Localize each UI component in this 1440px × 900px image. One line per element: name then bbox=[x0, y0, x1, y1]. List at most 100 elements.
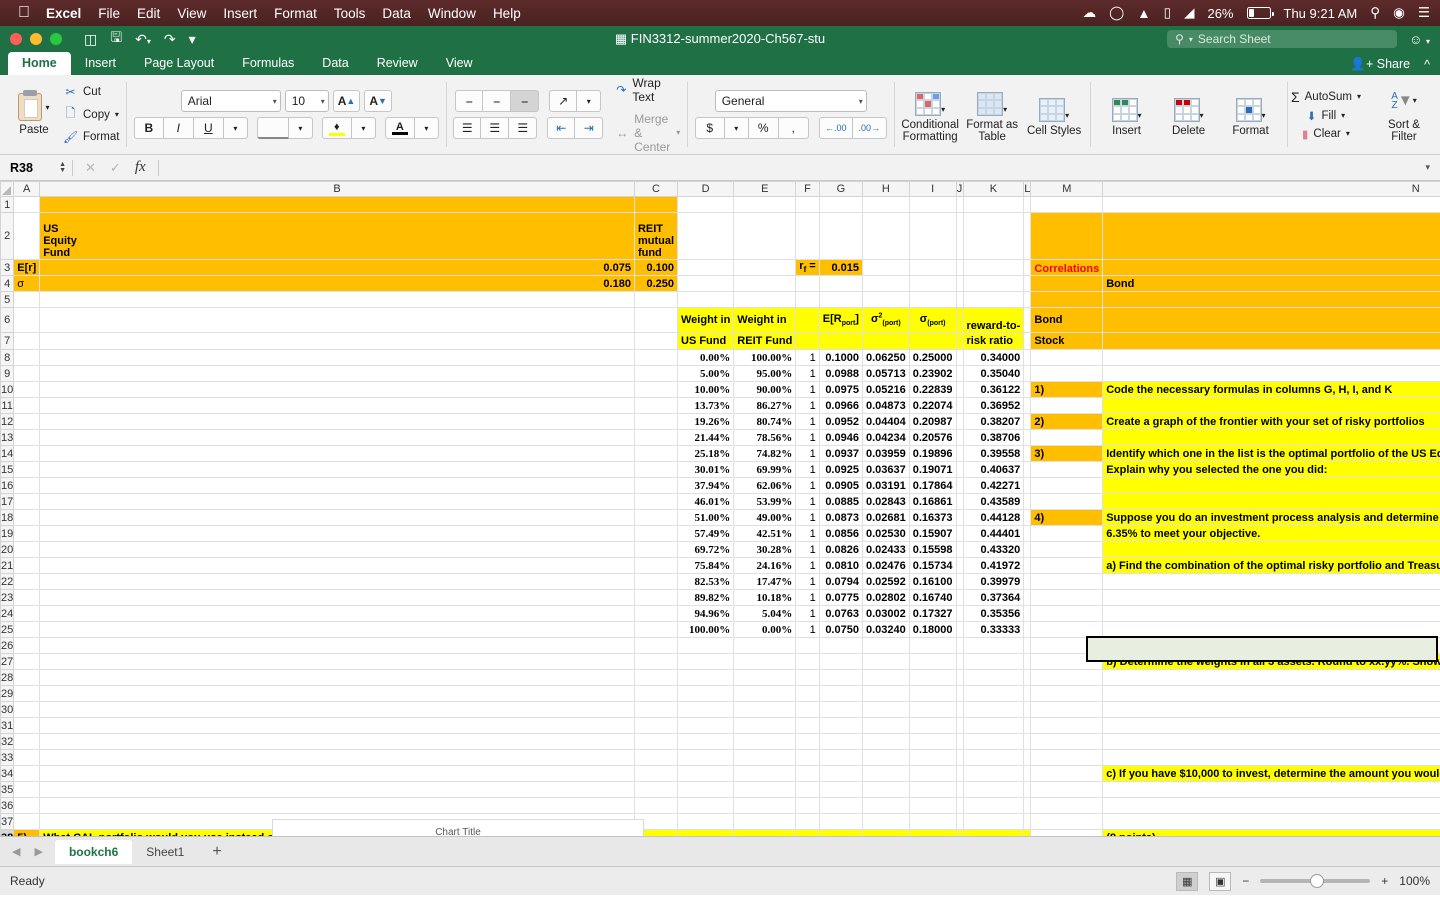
cell-E34[interactable] bbox=[733, 765, 797, 782]
cell-F18[interactable]: 1 bbox=[795, 509, 820, 526]
cell-L9[interactable] bbox=[1023, 365, 1032, 382]
cell-M18[interactable]: 4) bbox=[1030, 509, 1104, 526]
cell-M9[interactable] bbox=[1030, 365, 1104, 382]
cell-N13[interactable] bbox=[1102, 429, 1440, 446]
italic-button[interactable]: I bbox=[163, 117, 194, 139]
cell-C21[interactable] bbox=[633, 557, 679, 574]
cell-I29[interactable] bbox=[908, 685, 957, 702]
cell-G38[interactable] bbox=[818, 829, 863, 836]
cell-G13[interactable]: 0.0946 bbox=[818, 429, 863, 446]
cell-I17[interactable]: 0.16861 bbox=[908, 493, 957, 510]
cell-K21[interactable]: 0.41972 bbox=[962, 557, 1025, 574]
cell-H20[interactable]: 0.02433 bbox=[861, 541, 910, 558]
row-header-25[interactable]: 25 bbox=[0, 621, 15, 638]
cell-M13[interactable] bbox=[1030, 429, 1104, 446]
cell-H23[interactable]: 0.02802 bbox=[861, 589, 910, 606]
cell-C4[interactable]: 0.250 bbox=[633, 275, 679, 292]
cell-F20[interactable]: 1 bbox=[795, 541, 820, 558]
cell-L10[interactable] bbox=[1023, 381, 1032, 398]
cell-A22[interactable] bbox=[13, 573, 41, 590]
cell-H36[interactable] bbox=[861, 797, 910, 814]
cell-E16[interactable]: 62.06% bbox=[733, 477, 797, 494]
row-header-11[interactable]: 11 bbox=[0, 397, 15, 414]
name-box[interactable]: R38 ▲ ▼ bbox=[0, 155, 72, 180]
row-header-2[interactable]: 2 bbox=[0, 212, 15, 260]
cell-A26[interactable] bbox=[13, 637, 41, 654]
cell-N7[interactable]: 0.15 bbox=[1102, 332, 1440, 350]
cell-D24[interactable]: 94.96% bbox=[676, 605, 735, 622]
percent-format-button[interactable]: % bbox=[748, 117, 779, 139]
cell-L11[interactable] bbox=[1023, 397, 1032, 414]
cell-C16[interactable] bbox=[633, 477, 679, 494]
cell-H13[interactable]: 0.04234 bbox=[861, 429, 910, 446]
answer-textbox[interactable] bbox=[1086, 636, 1438, 662]
increase-indent-button[interactable]: ⇥ bbox=[575, 117, 604, 139]
row-header-38[interactable]: 38 bbox=[0, 829, 15, 836]
cell-I36[interactable] bbox=[908, 797, 957, 814]
row-header-10[interactable]: 10 bbox=[0, 381, 15, 398]
cell-G11[interactable]: 0.0966 bbox=[818, 397, 863, 414]
orientation-dropdown-icon[interactable]: ▾ bbox=[577, 90, 602, 112]
cell-K13[interactable]: 0.38706 bbox=[962, 429, 1025, 446]
font-color-button[interactable]: A bbox=[384, 117, 415, 139]
spotlight-search-icon[interactable]: ⚲ bbox=[1370, 5, 1380, 21]
cell-D10[interactable]: 10.00% bbox=[676, 381, 735, 398]
cell-M11[interactable] bbox=[1030, 397, 1104, 414]
zoom-in-button[interactable]: + bbox=[1381, 874, 1388, 888]
tab-review[interactable]: Review bbox=[363, 52, 432, 75]
share-button[interactable]: 👤+ Share bbox=[1350, 57, 1410, 72]
cell-J22[interactable] bbox=[955, 573, 964, 590]
bold-button[interactable]: B bbox=[133, 117, 164, 139]
row-header-17[interactable]: 17 bbox=[0, 493, 15, 510]
cell-E1[interactable] bbox=[733, 196, 797, 213]
cell-I34[interactable] bbox=[908, 765, 957, 782]
select-all-corner[interactable] bbox=[0, 181, 15, 197]
cell-G5[interactable] bbox=[818, 291, 863, 308]
cell-J14[interactable] bbox=[955, 445, 964, 462]
cell-K6[interactable]: reward-to- bbox=[962, 307, 1025, 333]
cell-G37[interactable] bbox=[818, 813, 863, 830]
row-header-14[interactable]: 14 bbox=[0, 445, 15, 462]
row-header-33[interactable]: 33 bbox=[0, 749, 15, 766]
cell-D4[interactable] bbox=[676, 275, 735, 292]
cell-D25[interactable]: 100.00% bbox=[676, 621, 735, 638]
cell-G4[interactable] bbox=[818, 275, 863, 292]
cell-M22[interactable] bbox=[1030, 573, 1104, 590]
cell-B28[interactable] bbox=[39, 669, 635, 686]
formula-input[interactable] bbox=[159, 155, 1426, 180]
borders-dropdown-icon[interactable]: ▾ bbox=[288, 117, 313, 139]
clear-dropdown-icon[interactable]: ▾ bbox=[1346, 129, 1350, 138]
cell-B18[interactable] bbox=[39, 509, 635, 526]
cell-N9[interactable] bbox=[1102, 365, 1440, 382]
cell-F19[interactable]: 1 bbox=[795, 525, 820, 542]
cell-F12[interactable]: 1 bbox=[795, 413, 820, 430]
cell-L25[interactable] bbox=[1023, 621, 1032, 638]
sheet-tab-sheet1[interactable]: Sheet1 bbox=[132, 840, 198, 864]
cell-L24[interactable] bbox=[1023, 605, 1032, 622]
cell-G29[interactable] bbox=[818, 685, 863, 702]
column-header-G[interactable]: G bbox=[818, 181, 863, 197]
row-header-1[interactable]: 1 bbox=[0, 196, 15, 213]
cell-H14[interactable]: 0.03959 bbox=[861, 445, 910, 462]
menu-item-window[interactable]: Window bbox=[428, 6, 476, 21]
cell-A14[interactable] bbox=[13, 445, 41, 462]
cell-L23[interactable] bbox=[1023, 589, 1032, 606]
cell-A4[interactable]: σ bbox=[13, 275, 41, 292]
cell-F35[interactable] bbox=[795, 781, 820, 798]
cell-A31[interactable] bbox=[13, 717, 41, 734]
cell-M14[interactable]: 3) bbox=[1030, 445, 1104, 462]
cell-D12[interactable]: 19.26% bbox=[676, 413, 735, 430]
cell-A12[interactable] bbox=[13, 413, 41, 430]
copy-button[interactable]: 🗋 Copy ▾ bbox=[63, 104, 119, 125]
name-box-spinner-icon[interactable]: ▲ ▼ bbox=[59, 161, 72, 174]
cell-E36[interactable] bbox=[733, 797, 797, 814]
frontier-chart[interactable]: Chart Title 00.050.10.150.20.250.3 0.250… bbox=[272, 819, 644, 836]
cell-G22[interactable]: 0.0794 bbox=[818, 573, 863, 590]
cell-A13[interactable] bbox=[13, 429, 41, 446]
row-header-26[interactable]: 26 bbox=[0, 637, 15, 654]
cell-L30[interactable] bbox=[1023, 701, 1032, 718]
cell-L36[interactable] bbox=[1023, 797, 1032, 814]
cell-C10[interactable] bbox=[633, 381, 679, 398]
cell-A27[interactable] bbox=[13, 653, 41, 670]
cell-B20[interactable] bbox=[39, 541, 635, 558]
